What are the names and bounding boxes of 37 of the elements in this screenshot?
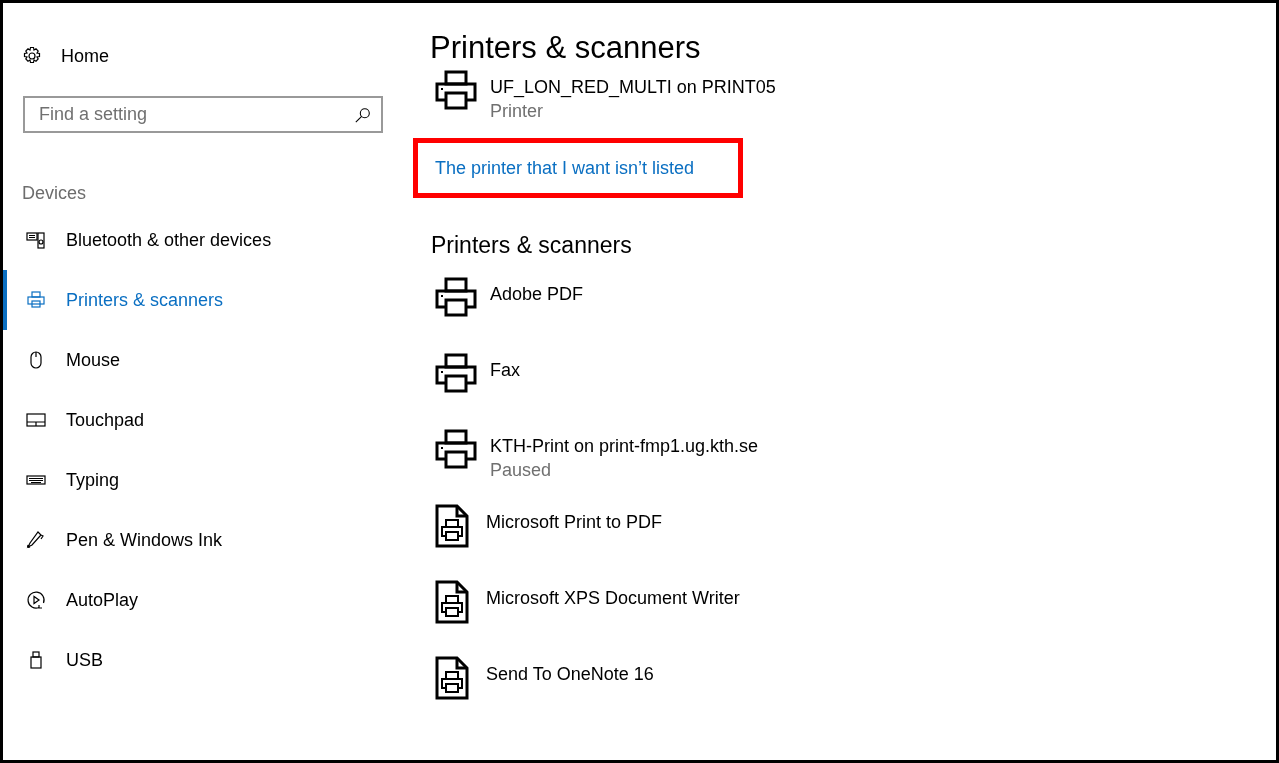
section-heading: Devices bbox=[22, 183, 88, 204]
sidebar-item[interactable]: Mouse bbox=[3, 330, 400, 390]
section-title: Printers & scanners bbox=[431, 232, 633, 260]
home-link[interactable]: Home bbox=[22, 42, 400, 70]
document-printer-icon bbox=[435, 656, 469, 701]
printer-name: UF_LON_RED_MULTI on PRINT05 bbox=[490, 77, 776, 99]
printer-name: Adobe PDF bbox=[490, 284, 584, 306]
keyboard-speaker-icon bbox=[26, 230, 46, 250]
printer-icon bbox=[435, 276, 477, 319]
search-icon bbox=[354, 106, 372, 124]
sidebar-item[interactable]: USB bbox=[3, 630, 400, 690]
printer-name: Send To OneNote 16 bbox=[486, 664, 654, 686]
printer-status: Paused bbox=[490, 460, 553, 482]
printer-name: Fax bbox=[490, 360, 520, 382]
page-title: Printers & scanners bbox=[430, 31, 702, 66]
sidebar-item[interactable]: Printers & scanners bbox=[3, 270, 400, 330]
settings-icon bbox=[22, 46, 42, 66]
pen-icon bbox=[26, 530, 46, 550]
printer-name: KTH-Print on print-fmp1.ug.kth.se bbox=[490, 436, 759, 458]
sidebar-item[interactable]: Bluetooth & other devices bbox=[3, 210, 400, 270]
sidebar-item[interactable]: Touchpad bbox=[3, 390, 400, 450]
sidebar-item[interactable]: Typing bbox=[3, 450, 400, 510]
printer-icon bbox=[435, 69, 477, 112]
search-field[interactable]: Find a setting bbox=[23, 96, 383, 133]
printer-icon bbox=[26, 290, 46, 310]
sidebar-item[interactable]: Pen & Windows Ink bbox=[3, 510, 400, 570]
document-printer-icon bbox=[435, 504, 469, 549]
touchpad-icon bbox=[26, 410, 46, 430]
printer-name: Microsoft XPS Document Writer bbox=[486, 588, 740, 610]
printer-status: Printer bbox=[490, 101, 544, 123]
play-circle-icon bbox=[26, 590, 46, 610]
document-printer-icon bbox=[435, 580, 469, 625]
printer-name: Microsoft Print to PDF bbox=[486, 512, 663, 534]
sidebar-item[interactable]: AutoPlay bbox=[3, 570, 400, 630]
printer-icon bbox=[435, 352, 477, 395]
printer-icon bbox=[435, 428, 477, 471]
printer-not-listed-link[interactable]: The printer that I want isn’t listed bbox=[435, 157, 695, 179]
